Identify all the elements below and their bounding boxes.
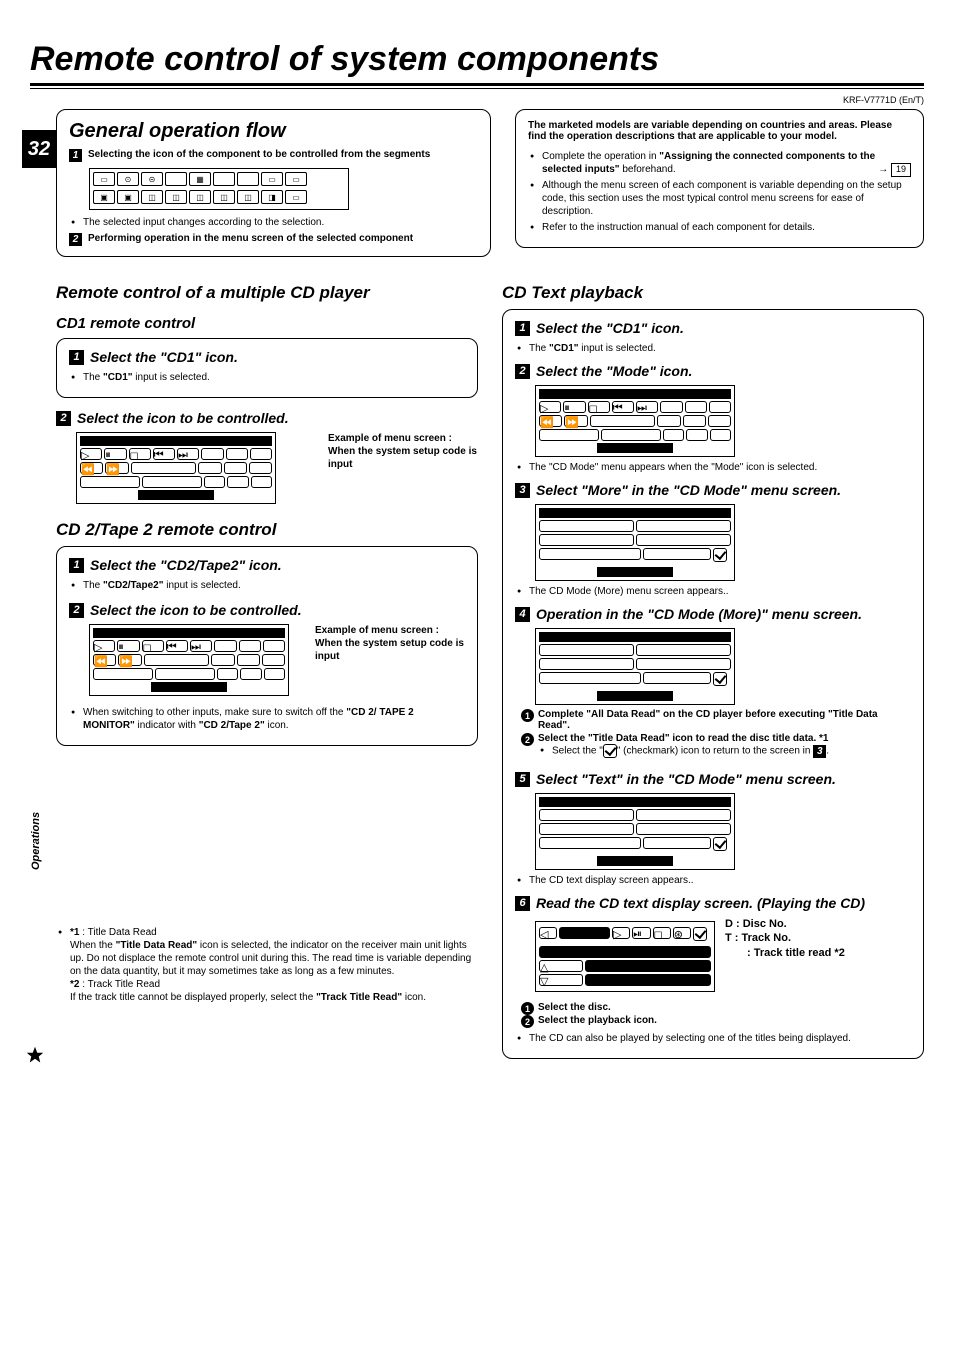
sub-num-2: 2 [521, 733, 534, 746]
check-icon [713, 837, 727, 851]
cd2-switch-note: When switching to other inputs, make sur… [83, 706, 465, 732]
multi-cd-heading: Remote control of a multiple CD player [56, 283, 478, 303]
market-note-box: The marketed models are variable dependi… [515, 109, 924, 257]
check-icon [693, 927, 707, 941]
ct-s4-screen [535, 628, 735, 705]
sub-num-1: 1 [521, 709, 534, 722]
ct-s1: Select the "CD1" icon. [536, 320, 684, 336]
cd2tape-box: 1Select the "CD2/Tape2" icon. The "CD2/T… [56, 546, 478, 746]
ct-s3-note: The CD Mode (More) menu screen appears.. [529, 585, 911, 598]
ct-c1: Select the disc. [538, 1002, 611, 1015]
market-note: The marketed models are variable dependi… [528, 120, 911, 142]
cd2-step1-note: The "CD2/Tape2" input is selected. [83, 579, 465, 592]
ct-s3-screen [535, 504, 735, 581]
market-b2: Although the menu screen of each compone… [542, 179, 911, 218]
cdtext-box: 1 Select the "CD1" icon. The "CD1" input … [502, 309, 924, 1059]
rule-thin [30, 88, 924, 89]
ct-s4-c1: Complete "All Data Read" on the CD playe… [538, 709, 911, 731]
cdtext-heading: CD Text playback [502, 283, 924, 303]
ct-s5-screen [535, 793, 735, 870]
general-step2: Performing operation in the menu screen … [88, 233, 413, 244]
page-ref-19: 19 [891, 163, 911, 177]
legend: D : Disc No. T : Track No. : Track title… [725, 917, 845, 960]
doc-title: Remote control of system components [30, 40, 924, 79]
step-num-2: 2 [69, 233, 82, 246]
cd2-menu-screen: ▷⏸◻⏮⏭ ⏪⏩ [89, 624, 289, 696]
market-b3: Refer to the instruction manual of each … [542, 221, 911, 234]
check-icon [713, 548, 727, 562]
star-icon [26, 1046, 44, 1067]
ct-s2-screen: ▷⏸◻⏮⏭ ⏪⏩ [535, 385, 735, 457]
cd2-step1: Select the "CD2/Tape2" icon. [90, 557, 282, 573]
cd2tape-heading: CD 2/Tape 2 remote control [56, 520, 478, 540]
check-icon [713, 672, 727, 686]
cd2-example-caption: Example of menu screen : When the system… [315, 624, 465, 663]
ct-s5: Select "Text" in the "CD Mode" menu scre… [536, 771, 836, 787]
ct-final-note: The CD can also be played by selecting o… [529, 1032, 911, 1045]
footnotes: *1 : Title Data Read When the "Title Dat… [56, 926, 478, 1004]
check-icon [603, 744, 617, 758]
ct-s5-note: The CD text display screen appears.. [529, 874, 911, 887]
model-id: KRF-V7771D (En/T) [30, 95, 924, 105]
ct-s4: Operation in the "CD Mode (More)" menu s… [536, 606, 862, 622]
general-op-box: General operation flow 1 Selecting the i… [56, 109, 491, 257]
cd1-step1-box: 1Select the "CD1" icon. The "CD1" input … [56, 338, 478, 398]
ct-s1-note: The "CD1" input is selected. [529, 342, 911, 355]
ct-s2: Select the "Mode" icon. [536, 363, 692, 379]
general-step1: Selecting the icon of the component to b… [88, 149, 430, 160]
cd1-step2: Select the icon to be controlled. [77, 410, 289, 426]
general-heading: General operation flow [69, 120, 478, 143]
side-label: Operations [30, 812, 42, 870]
ct-s6: Read the CD text display screen. (Playin… [536, 895, 865, 911]
general-step1-note: The selected input changes according to … [83, 216, 478, 229]
cd2-step2: Select the icon to be controlled. [90, 602, 302, 618]
ct-s4-c2-note: Select the "" (checkmark) icon to return… [552, 744, 829, 758]
ct-s2-note: The "CD Mode" menu appears when the "Mod… [529, 461, 911, 474]
step-num-1: 1 [69, 149, 82, 162]
cd1-menu-screen: ▷⏸◻⏮⏭ ⏪⏩ [76, 432, 276, 504]
remote-strip-diagram: ▭⊙⊝▦▭▭ ▣▣◫◫◫◫◫◨▭ [89, 168, 349, 210]
cd1-remote-heading: CD1 remote control [56, 315, 478, 332]
cd1-step1: Select the "CD1" icon. [90, 349, 238, 365]
ct-s6-screen: ◁▷⏯◻⊛ △ ▽ [535, 921, 715, 992]
market-b1: Complete the operation in "Assigning the… [542, 150, 911, 176]
cd1-example-caption: Example of menu screen : When the system… [328, 432, 478, 471]
rule-thick [30, 83, 924, 86]
cd1-step1-note: The "CD1" input is selected. [83, 371, 465, 384]
ct-s3: Select "More" in the "CD Mode" menu scre… [536, 482, 841, 498]
page-number-tab: 32 [22, 130, 56, 168]
ct-c2: Select the playback icon. [538, 1015, 657, 1028]
ct-s4-c2: Select the "Title Data Read" icon to rea… [538, 733, 829, 744]
